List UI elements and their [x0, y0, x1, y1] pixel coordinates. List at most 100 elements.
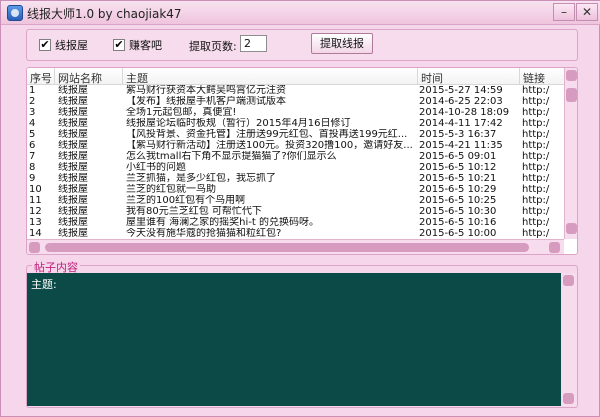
- scroll-up-button[interactable]: [566, 70, 577, 81]
- cell-time: 2015-6-5 10:25: [419, 195, 497, 206]
- cell-no: 2: [29, 96, 36, 107]
- scroll-thumb[interactable]: [45, 243, 529, 252]
- cell-time: 2015-6-5 10:30: [419, 206, 497, 217]
- table-row[interactable]: 2 线报屋 【发布】线报屋手机客户端测试版本 2014-6-25 22:03 http:…: [27, 96, 564, 107]
- table-row[interactable]: 5 线报屋 【风投背景、资金托管】注册送99元红包、首投再送199元红... 2015…: [27, 129, 564, 140]
- cell-topic: 线报屋论坛临时板规（暂行）2015年4月16日修订: [126, 118, 351, 129]
- table-row[interactable]: 12 线报屋 我有80元兰芝红包 可帮忙代下 2015-6-5 10:30 http:/: [27, 206, 564, 217]
- pages-label: 提取页数:: [189, 40, 237, 53]
- table-vertical-scrollbar[interactable]: [564, 68, 577, 239]
- table-row[interactable]: 9 线报屋 兰芝抓猫，是多少红包，我忘抓了 2015-6-5 10:21 http:/: [27, 173, 564, 184]
- checkbox-label: 赚客吧: [129, 39, 162, 52]
- cell-no: 4: [29, 118, 36, 129]
- cell-no: 13: [29, 217, 42, 228]
- app-window: 线报大师1.0 by chaojiak47 – ✕ ✔ 线报屋 ✔ 赚客吧 提取…: [0, 0, 600, 417]
- app-logo-icon: [7, 5, 23, 21]
- scroll-down-button[interactable]: [563, 393, 574, 404]
- cell-topic: 【发布】线报屋手机客户端测试版本: [126, 96, 286, 107]
- column-header-time[interactable]: 时间: [421, 70, 443, 86]
- minimize-button[interactable]: –: [553, 3, 575, 21]
- cell-topic: 【风投背景、资金托管】注册送99元红包、首投再送199元红...: [126, 129, 408, 140]
- table-horizontal-scrollbar[interactable]: [27, 239, 564, 254]
- cell-link: http:/: [522, 162, 550, 173]
- cell-link: http:/: [522, 107, 550, 118]
- column-divider[interactable]: [417, 68, 418, 85]
- cell-link: http:/: [522, 173, 550, 184]
- cell-no: 9: [29, 173, 36, 184]
- close-button[interactable]: ✕: [576, 3, 598, 21]
- options-panel: [26, 29, 578, 61]
- cell-topic: 怎么我tmall右下角不显示提猫猫了?你们显示么: [126, 151, 337, 162]
- table-row[interactable]: 10 线报屋 兰芝的红包就一鸟助 2015-6-5 10:29 http:/: [27, 184, 564, 195]
- cell-topic: 屋里谁有 海澜之家的摇奖hi-t 的兑换码呀。: [126, 217, 320, 228]
- cell-site: 线报屋: [58, 118, 88, 129]
- cell-no: 5: [29, 129, 36, 140]
- cell-site: 线报屋: [58, 228, 88, 239]
- scroll-left-button[interactable]: [29, 242, 40, 253]
- checkbox-checked-icon[interactable]: ✔: [39, 39, 51, 51]
- cell-link: http:/: [522, 129, 550, 140]
- cell-site: 线报屋: [58, 151, 88, 162]
- cell-site: 线报屋: [58, 96, 88, 107]
- cell-topic: 小红书的问题: [126, 162, 186, 173]
- cell-topic: 紫马财行获资本大鳄吴鸣霄亿元注资: [126, 85, 286, 96]
- cell-link: http:/: [522, 195, 550, 206]
- table-row[interactable]: 11 线报屋 兰芝的100红包有个鸟用啊 2015-6-5 10:25 http:/: [27, 195, 564, 206]
- scroll-down-button[interactable]: [566, 223, 577, 234]
- cell-site: 线报屋: [58, 195, 88, 206]
- cell-link: http:/: [522, 206, 550, 217]
- cell-time: 2014-4-11 17:42: [419, 118, 503, 129]
- cell-site: 线报屋: [58, 173, 88, 184]
- table-body: 1 线报屋 紫马财行获资本大鳄吴鸣霄亿元注资 2015-5-27 14:59 http:…: [27, 85, 564, 239]
- table-row[interactable]: 6 线报屋 【紫马财行新活动】注册送100元。投资320撸100，邀请好友... 20…: [27, 140, 564, 151]
- site-checkbox-zhuankeba[interactable]: ✔ 赚客吧: [113, 37, 162, 53]
- cell-time: 2015-5-3 16:37: [419, 129, 497, 140]
- cell-site: 线报屋: [58, 206, 88, 217]
- table-row[interactable]: 13 线报屋 屋里谁有 海澜之家的摇奖hi-t 的兑换码呀。 2015-6-5 10:…: [27, 217, 564, 228]
- column-header-site[interactable]: 网站名称: [58, 70, 102, 86]
- cell-link: http:/: [522, 85, 550, 96]
- cell-topic: 【紫马财行新活动】注册送100元。投资320撸100，邀请好友...: [126, 140, 413, 151]
- cell-time: 2014-6-25 22:03: [419, 96, 503, 107]
- cell-time: 2015-5-27 14:59: [419, 85, 503, 96]
- cell-no: 3: [29, 107, 36, 118]
- window-title: 线报大师1.0 by chaojiak47: [27, 7, 182, 21]
- cell-link: http:/: [522, 96, 550, 107]
- table-row[interactable]: 1 线报屋 紫马财行获资本大鳄吴鸣霄亿元注资 2015-5-27 14:59 http:…: [27, 85, 564, 96]
- checkbox-checked-icon[interactable]: ✔: [113, 39, 125, 51]
- table-row[interactable]: 4 线报屋 线报屋论坛临时板规（暂行）2015年4月16日修订 2014-4-11 1…: [27, 118, 564, 129]
- fetch-button[interactable]: 提取线报: [311, 33, 373, 54]
- pages-input[interactable]: 2: [240, 35, 267, 52]
- table-header: 序号 网站名称 主题 时间 链接: [27, 68, 564, 85]
- table-row[interactable]: 14 线报屋 今天没有施华蔻的抢猫猫和粒红包? 2015-6-5 10:00 http:…: [27, 228, 564, 239]
- table-row[interactable]: 3 线报屋 全场1元起包邮，真便宜! 2014-10-28 18:09 http:/: [27, 107, 564, 118]
- cell-site: 线报屋: [58, 107, 88, 118]
- cell-site: 线报屋: [58, 217, 88, 228]
- cell-time: 2015-4-21 11:35: [419, 140, 503, 151]
- cell-topic: 兰芝的红包就一鸟助: [126, 184, 216, 195]
- cell-link: http:/: [522, 217, 550, 228]
- column-header-topic[interactable]: 主题: [126, 70, 148, 86]
- title-bar[interactable]: 线报大师1.0 by chaojiak47 – ✕: [1, 1, 600, 25]
- scroll-right-button[interactable]: [549, 242, 560, 253]
- column-divider[interactable]: [122, 68, 123, 85]
- content-vertical-scrollbar[interactable]: [561, 273, 577, 406]
- cell-site: 线报屋: [58, 162, 88, 173]
- column-header-link[interactable]: 链接: [523, 70, 545, 86]
- column-divider[interactable]: [519, 68, 520, 85]
- scroll-up-button[interactable]: [563, 275, 574, 286]
- results-table: 序号 网站名称 主题 时间 链接 1 线报屋 紫马财行获资本大鳄吴鸣霄亿元注资 201…: [26, 67, 578, 255]
- cell-no: 14: [29, 228, 42, 239]
- column-divider[interactable]: [54, 68, 55, 85]
- site-checkbox-xianbaowu[interactable]: ✔ 线报屋: [39, 37, 88, 53]
- cell-no: 8: [29, 162, 36, 173]
- table-row[interactable]: 8 线报屋 小红书的问题 2015-6-5 10:12 http:/: [27, 162, 564, 173]
- cell-time: 2015-6-5 10:16: [419, 217, 497, 228]
- checkbox-label: 线报屋: [55, 39, 88, 52]
- scroll-thumb[interactable]: [566, 88, 577, 102]
- post-content-textarea[interactable]: 主题:: [27, 273, 561, 406]
- table-row[interactable]: 7 线报屋 怎么我tmall右下角不显示提猫猫了?你们显示么 2015-6-5 09:…: [27, 151, 564, 162]
- cell-link: http:/: [522, 118, 550, 129]
- column-header-no[interactable]: 序号: [30, 70, 52, 86]
- cell-topic: 兰芝的100红包有个鸟用啊: [126, 195, 246, 206]
